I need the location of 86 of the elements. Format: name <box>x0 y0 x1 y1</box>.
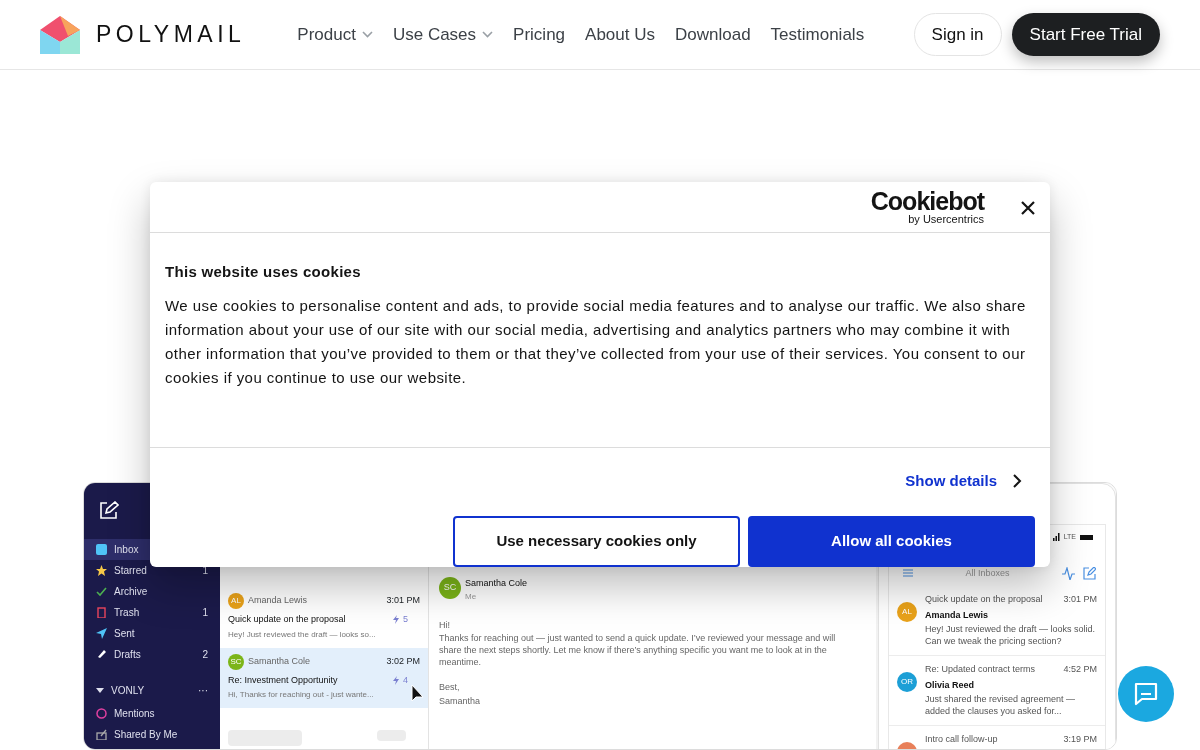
chevron-right-icon <box>1013 473 1022 488</box>
chat-button[interactable] <box>1118 666 1174 722</box>
item-count: 1 <box>202 606 208 620</box>
compose-icon <box>99 501 119 520</box>
message-subject: Intro call follow-up <box>925 733 998 746</box>
show-details-link[interactable]: Show details <box>905 469 1022 492</box>
sender-name: Samantha Cole <box>248 654 312 668</box>
cookiebot-logo: Cookiebot <box>870 189 984 214</box>
message-preview: Hey! Just reviewed the draft — looks so... <box>228 628 377 641</box>
sign-in-button[interactable]: Sign in <box>913 13 1002 56</box>
message-item[interactable]: Intro call follow-up 3:19 PM <box>889 726 1105 749</box>
check-icon <box>96 586 107 597</box>
avatar: SC <box>228 653 244 670</box>
avatar: AL <box>228 593 244 609</box>
nav-link[interactable]: Testimonials <box>770 21 865 48</box>
inbox-title: All Inboxes <box>964 566 1011 580</box>
pencil-icon <box>96 649 107 660</box>
avatar: AL <box>897 602 917 622</box>
nav-link[interactable]: About Us <box>585 21 655 48</box>
email-signature: Samantha <box>439 694 482 708</box>
email-body: Thanks for reaching out — just wanted to send a quick update. I’ve reviewed your message and will share the next steps shortly. Let me know if there’s anything specific you want me to look at in the meantime. <box>439 632 837 668</box>
recipient: Me <box>465 590 478 603</box>
start-trial-button[interactable]: Start Free Trial <box>1011 13 1160 56</box>
inbox-icon <box>96 544 107 555</box>
sender-name: Amanda Lewis <box>925 608 990 622</box>
thread-count: 5 <box>393 613 408 627</box>
email-signoff: Best, <box>439 681 461 694</box>
message-preview: Hi, Thanks for reaching out - just wante... <box>228 689 375 701</box>
sender-name: Samantha Cole <box>465 577 528 590</box>
avatar: SC <box>439 577 461 599</box>
message-time: 3:19 PM <box>1063 733 1097 746</box>
activity-icon <box>1062 566 1075 580</box>
message-time: 3:01 PM <box>386 594 420 608</box>
thread-count: 4 <box>393 673 408 687</box>
section-header[interactable]: VONLY ··· <box>84 680 220 701</box>
close-icon <box>1020 200 1036 216</box>
message-time: 4:52 PM <box>1063 663 1097 676</box>
chat-icon <box>1133 682 1159 706</box>
sidebar-item[interactable]: Sent <box>84 623 220 644</box>
sidebar-item[interactable]: Shared By Me <box>84 724 220 745</box>
message-subject: Re: Updated contract terms <box>925 663 1036 676</box>
sender-name: Olivia Reed <box>925 678 976 692</box>
dialog-title: This website uses cookies <box>165 262 362 283</box>
cursor-icon <box>411 684 425 702</box>
brand-name: POLYMAIL <box>96 20 246 50</box>
share-icon <box>96 729 107 740</box>
nav-link[interactable]: Pricing <box>513 21 566 48</box>
battery-icon <box>1080 534 1093 540</box>
logo-subtitle: by Usercentrics <box>908 213 984 226</box>
avatar: OR <box>897 672 917 692</box>
message-subject: Quick update on the proposal <box>228 613 347 626</box>
sender-name: Amanda Lewis <box>248 594 309 608</box>
message-subject: Re: Investment Opportunity <box>228 673 339 687</box>
sidebar-item[interactable]: Drafts 2 <box>84 644 220 665</box>
menu-icon <box>903 569 913 578</box>
message-item[interactable]: SC Samantha Cole 3:02 PM Re: Investment Opportunity 4 Hi, Thanks for reaching out - just wante... <box>220 647 428 708</box>
nav-link[interactable]: Download <box>675 21 751 48</box>
message-item[interactable]: AL Quick update on the proposal 3:01 PM Amanda Lewis Hey! Just reviewed the draft — looks solid. Can we tweak the pricing section? <box>889 586 1105 656</box>
bolt-icon <box>393 675 399 685</box>
compose-icon <box>1083 566 1096 580</box>
message-preview: Just shared the revised agreement — added the clauses you asked for... <box>925 693 1077 717</box>
bolt-icon <box>393 615 399 625</box>
signal-icon <box>1052 533 1060 542</box>
email-greeting: Hi! <box>439 618 451 632</box>
message-time: 3:02 PM <box>386 654 420 668</box>
message-time: 3:01 PM <box>1063 593 1097 606</box>
message-item[interactable]: OR Re: Updated contract terms 4:52 PM Olivia Reed Just shared the revised agreement — added the clauses you asked for... <box>889 656 1105 726</box>
message-preview: Hey! Just reviewed the draft — looks solid. Can we tweak the pricing section? <box>925 623 1097 647</box>
allow-all-button[interactable]: Allow all cookies <box>748 516 1035 567</box>
cookie-description: We use cookies to personalise content and ads, to provide social media features and to analyse our traffic. We also share information about your use of our site with our social media, advertising and analytics partners who may combine it with other information that you’ve provided to them or that they’ve collected from your use of their services. You consent to our cookies if you continue to use our website. <box>165 295 1027 388</box>
nav-link[interactable]: Product <box>297 21 373 48</box>
more-icon[interactable]: ··· <box>198 683 208 698</box>
sidebar-item[interactable]: Trash 1 <box>84 602 220 623</box>
message-subject: Quick update on the proposal <box>925 593 1043 606</box>
logo-icon <box>40 15 80 54</box>
item-count: 2 <box>202 648 208 662</box>
at-sign-icon <box>96 708 107 719</box>
send-icon <box>96 628 107 639</box>
trash-icon <box>96 607 107 618</box>
star-icon <box>96 565 107 576</box>
message-item[interactable]: AL Amanda Lewis 3:01 PM Quick update on the proposal 5 Hey! Just reviewed the draft — looks so... <box>220 587 428 648</box>
necessary-only-button[interactable]: Use necessary cookies only <box>453 516 740 567</box>
sidebar-item[interactable]: Archive <box>84 581 220 602</box>
nav-link[interactable]: Use Cases <box>392 21 494 48</box>
sidebar-item[interactable]: Mentions <box>84 703 220 724</box>
caret-icon <box>96 686 104 695</box>
